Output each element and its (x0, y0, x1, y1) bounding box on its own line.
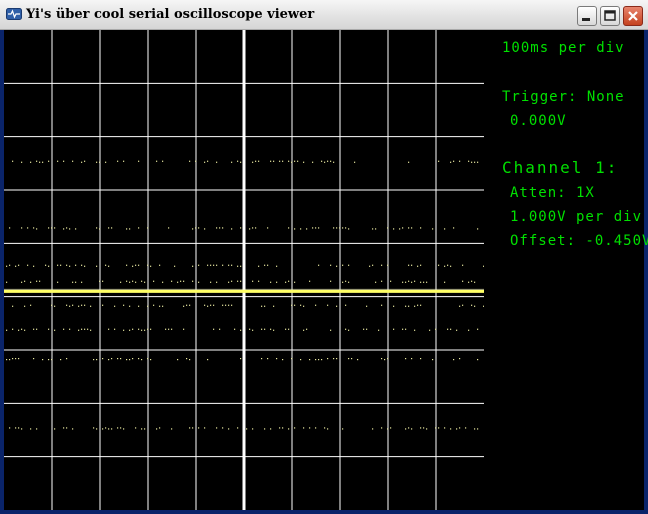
close-icon (628, 11, 638, 21)
noise-dot-row (6, 328, 479, 331)
trigger-mode-readout: Trigger: None (502, 89, 625, 105)
title-bar[interactable]: Yi's über cool serial oscilloscope viewe… (0, 0, 648, 30)
app-window: Yi's über cool serial oscilloscope viewe… (0, 0, 648, 514)
minimize-button[interactable] (577, 6, 597, 26)
offset-readout: Offset: -0.450V (510, 233, 648, 249)
window-frame-right (644, 30, 648, 514)
trigger-level-readout: 0.000V (510, 113, 567, 129)
close-button[interactable] (623, 6, 643, 26)
noise-dot-row (6, 280, 476, 283)
client-area: 100ms per div Trigger: None 0.000V Chann… (4, 30, 648, 510)
minimize-icon (582, 18, 590, 21)
oscilloscope-screen[interactable] (4, 30, 484, 510)
timebase-readout: 100ms per div (502, 40, 625, 56)
noise-dot-row (12, 304, 484, 307)
window-frame-bottom (0, 510, 648, 514)
maximize-button[interactable] (600, 6, 620, 26)
settings-panel: 100ms per div Trigger: None 0.000V Chann… (488, 30, 648, 510)
noise-dot-row (6, 358, 479, 361)
maximize-icon (604, 10, 616, 21)
channel-title: Channel 1: (502, 158, 619, 177)
app-icon[interactable] (6, 8, 22, 20)
window-title: Yi's über cool serial oscilloscope viewe… (26, 7, 315, 22)
attenuation-readout: Atten: 1X (510, 185, 595, 201)
volts-per-div-readout: 1.000V per div (510, 209, 643, 225)
